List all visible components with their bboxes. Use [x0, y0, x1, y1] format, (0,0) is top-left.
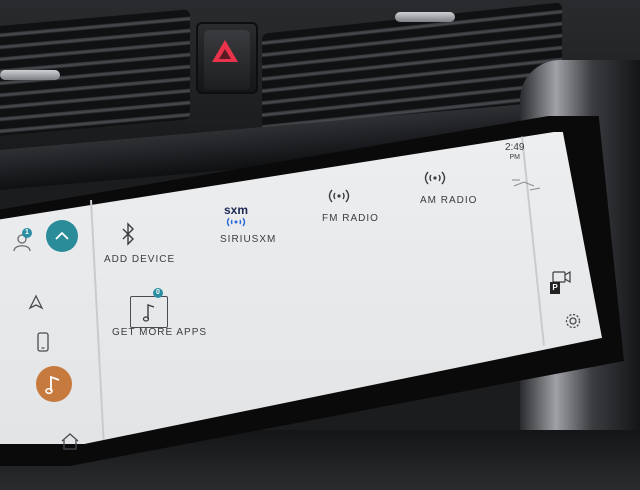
camera-status-icon: [510, 176, 542, 196]
siriusxm-app[interactable]: sxm: [222, 204, 250, 228]
fm-radio-label: FM RADIO: [322, 213, 379, 224]
home-icon[interactable]: [60, 432, 80, 450]
am-radio-label: AM RADIO: [420, 195, 478, 206]
music-note-icon: [45, 375, 60, 395]
bluetooth-icon: [122, 222, 134, 246]
phone-icon[interactable]: [36, 332, 50, 352]
collapse-button[interactable]: [46, 220, 78, 252]
get-more-apps-app[interactable]: [130, 296, 168, 328]
add-device-label: ADD DEVICE: [104, 254, 176, 265]
vent-knob-left[interactable]: [0, 70, 60, 80]
radio-wave-icon: [424, 171, 446, 185]
clock: 2:49 PM: [505, 143, 524, 163]
park-assist-badge: P: [550, 282, 560, 294]
siriusxm-wave-icon: [226, 217, 246, 227]
siriusxm-logo: sxm: [223, 203, 249, 217]
siriusxm-label: SIRIUSXM: [220, 234, 277, 245]
vent-knob-right[interactable]: [395, 12, 455, 22]
clock-time: 2:49: [505, 142, 525, 153]
profile-badge: 1: [22, 228, 32, 238]
chevron-up-icon: [55, 231, 69, 240]
fm-radio-app[interactable]: [324, 186, 354, 206]
radio-wave-icon: [328, 189, 350, 203]
clock-ampm: PM: [509, 154, 520, 161]
am-radio-app[interactable]: [420, 168, 450, 188]
get-more-apps-label: GET MORE APPS: [112, 327, 208, 338]
apps-badge: 0: [153, 288, 163, 298]
add-device-app[interactable]: [118, 222, 138, 246]
hazard-icon-inner: [219, 49, 231, 59]
gear-icon[interactable]: [564, 312, 582, 330]
navigation-icon[interactable]: [28, 294, 44, 310]
music-note-icon: [142, 304, 155, 322]
media-button[interactable]: [36, 366, 72, 402]
